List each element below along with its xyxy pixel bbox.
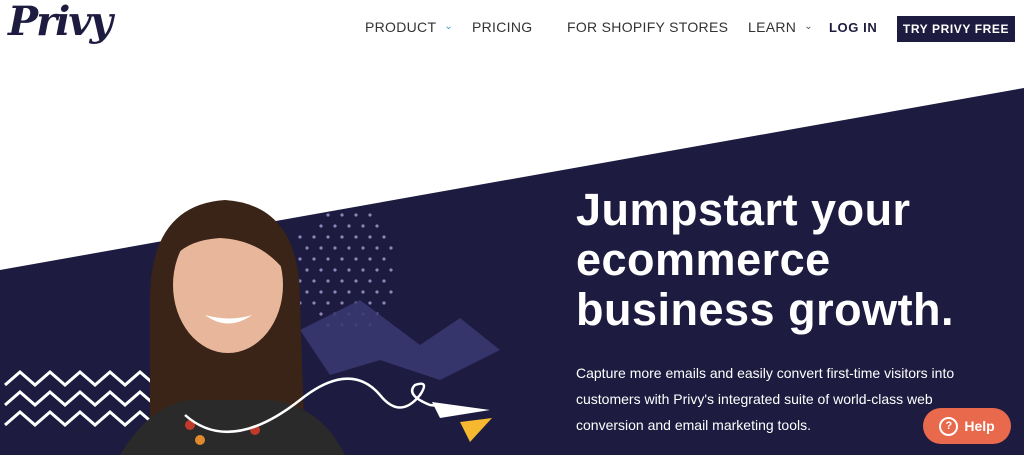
chevron-down-icon: ⌄ xyxy=(444,20,454,32)
question-circle-icon: ? xyxy=(939,416,959,436)
help-label: Help xyxy=(964,418,995,434)
headline-line: Jumpstart your xyxy=(576,184,911,235)
help-button[interactable]: ? Help xyxy=(923,408,1011,444)
nav-pricing[interactable]: PRICING xyxy=(472,19,532,35)
subcopy-line: conversion and email marketing tools. xyxy=(576,417,812,433)
hero-headline: Jumpstart your ecommerce business growth… xyxy=(576,185,1016,335)
headline-line: ecommerce xyxy=(576,234,831,285)
nav-shopify[interactable]: FOR SHOPIFY STORES xyxy=(567,19,728,35)
try-free-button[interactable]: TRY PRIVY FREE xyxy=(897,16,1015,42)
privy-logo[interactable]: Privy xyxy=(8,0,113,45)
login-link[interactable]: LOG IN xyxy=(829,20,877,35)
nav-learn-label: LEARN xyxy=(748,19,797,35)
subcopy-line: customers with Privy's integrated suite … xyxy=(576,391,933,407)
nav-product-label: PRODUCT xyxy=(365,19,437,35)
headline-line: business growth. xyxy=(576,284,955,335)
subcopy-line: Capture more emails and easily convert f… xyxy=(576,365,955,381)
nav-product[interactable]: PRODUCT ⌄ xyxy=(365,19,453,35)
nav-shopify-label: FOR SHOPIFY STORES xyxy=(567,19,729,35)
hero-subcopy: Capture more emails and easily convert f… xyxy=(576,360,976,438)
site-header: Privy PRODUCT ⌄ PRICING FOR SHOPIFY STOR… xyxy=(0,0,1024,58)
nav-pricing-label: PRICING xyxy=(472,19,533,35)
nav-learn[interactable]: LEARN ⌄ xyxy=(748,19,813,35)
chevron-down-icon: ⌄ xyxy=(804,20,813,32)
